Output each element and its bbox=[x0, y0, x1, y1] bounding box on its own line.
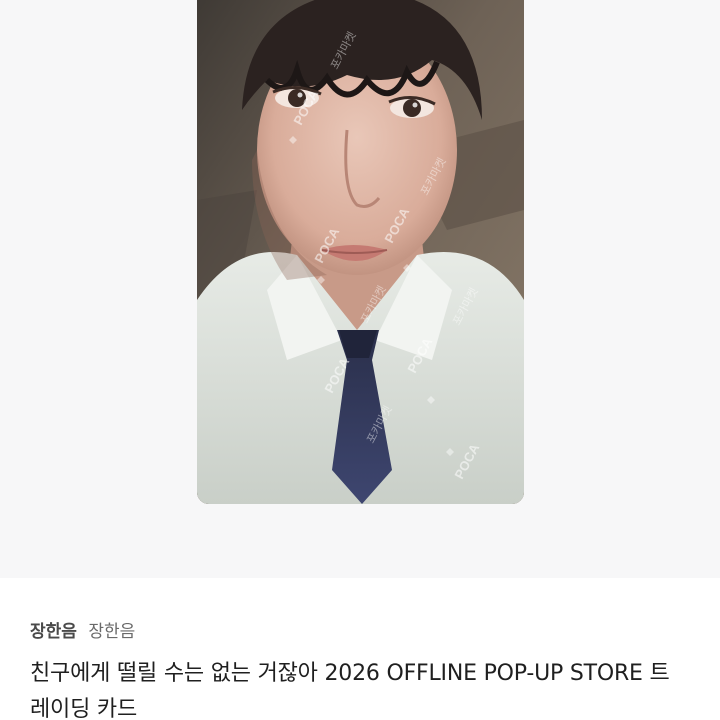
artist-row[interactable]: 장한음 장한음 bbox=[30, 620, 135, 644]
group-name[interactable]: 장한음 bbox=[30, 622, 77, 642]
photocard-image[interactable]: POCA POCA POCA POCA POCA POCA 포카마켓 포카마켓 … bbox=[197, 0, 524, 504]
product-detail-screen: POCA POCA POCA POCA POCA POCA 포카마켓 포카마켓 … bbox=[0, 0, 720, 720]
member-name[interactable]: 장한음 bbox=[88, 622, 135, 642]
product-image-area[interactable]: POCA POCA POCA POCA POCA POCA 포카마켓 포카마켓 … bbox=[0, 0, 720, 578]
product-title: 친구에게 떨릴 수는 없는 거잖아 2026 OFFLINE POP-UP ST… bbox=[30, 661, 670, 720]
photocard-portrait: POCA POCA POCA POCA POCA POCA 포카마켓 포카마켓 … bbox=[197, 0, 524, 504]
